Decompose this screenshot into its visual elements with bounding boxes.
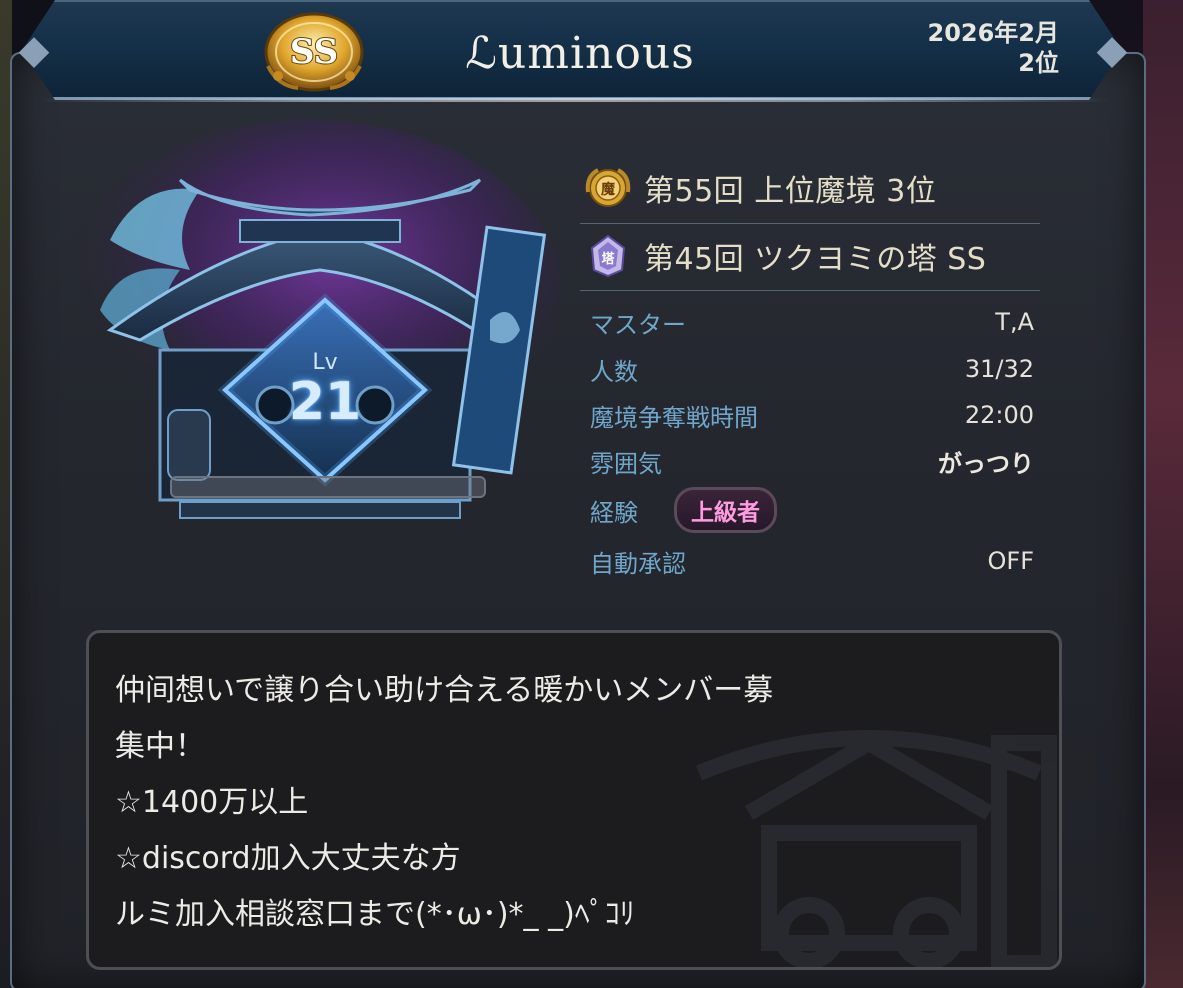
info-row-experience: 経験 上級者 xyxy=(590,487,1034,533)
ranking-month: 2026年2月 xyxy=(927,19,1060,47)
banner-right-ornament-icon: ◆ xyxy=(1096,27,1128,73)
description-line: 集中！ xyxy=(115,729,205,764)
achievement-row-1: 魔 第55回 上位魔境 3位 xyxy=(580,158,1040,218)
members-label: 人数 xyxy=(590,357,638,386)
info-row-members: 人数 31/32 xyxy=(590,349,1034,389)
description-line: ☆1400万以上 xyxy=(115,785,309,820)
atmosphere-value: がっつり xyxy=(938,449,1034,478)
banner-left-ornament-icon: ◆ xyxy=(18,27,50,73)
members-value: 31/32 xyxy=(964,355,1034,383)
banner-glow xyxy=(40,98,1110,102)
experience-badge: 上級者 xyxy=(674,487,777,533)
achievement-divider xyxy=(580,290,1040,291)
guild-description-box: 仲间想いで譲り合い助け合える暖かいメンバー募 集中！ ☆1400万以上 ☆dis… xyxy=(86,630,1062,970)
guild-exp-bar xyxy=(170,476,486,498)
ranking-date-block: 2026年2月 2位 xyxy=(839,18,1060,78)
atmosphere-label: 雰囲気 xyxy=(590,449,662,478)
svg-text:魔: 魔 xyxy=(601,181,616,198)
info-row-atmosphere: 雰囲気 がっつり xyxy=(590,441,1034,481)
rank-badge-label: SS xyxy=(290,32,338,72)
master-value: T,A xyxy=(995,308,1034,336)
battle-time-label: 魔境争奪戦時間 xyxy=(590,403,758,432)
tower-crest-icon: 塔 xyxy=(590,234,626,278)
description-line: ルミ加入相談窓口まで(*･ω･)*_ _)ﾍﾟｺﾘ xyxy=(115,897,635,932)
guild-level: 21 xyxy=(288,372,362,432)
ranking-position: 2位 xyxy=(1018,49,1059,77)
achievement-text-1: 第55回 上位魔境 3位 xyxy=(644,174,937,209)
info-row-master: マスター T,A xyxy=(590,302,1034,342)
achievement-row-2: 塔 第45回 ツクヨミの塔 SS xyxy=(580,226,1040,286)
auto-approve-label: 自動承認 xyxy=(590,549,686,578)
description-line: 仲间想いで譲り合い助け合える暖かいメンバー募 xyxy=(115,673,774,708)
guild-name: ℒuminous xyxy=(465,28,695,79)
info-row-auto-approve: 自動承認 OFF xyxy=(590,541,1034,581)
experience-label: 経験 xyxy=(590,498,638,527)
auto-approve-value: OFF xyxy=(987,547,1035,575)
background-right-edge xyxy=(1143,0,1183,988)
master-label: マスター xyxy=(590,310,686,339)
description-text: 仲间想いで譲り合い助け合える暖かいメンバー募 集中！ ☆1400万以上 ☆dis… xyxy=(115,663,1039,943)
achievement-text-2: 第45回 ツクヨミの塔 SS xyxy=(644,242,987,277)
description-line: ☆discord加入大丈夫な方 xyxy=(115,841,461,876)
achievement-divider xyxy=(580,223,1040,224)
rank-ss-badge-icon: SS xyxy=(264,12,364,92)
laurel-medal-icon: 魔 xyxy=(585,168,631,207)
svg-text:塔: 塔 xyxy=(601,251,615,267)
battle-time-value: 22:00 xyxy=(964,401,1034,429)
info-row-battle-time: 魔境争奪戦時間 22:00 xyxy=(590,395,1034,435)
